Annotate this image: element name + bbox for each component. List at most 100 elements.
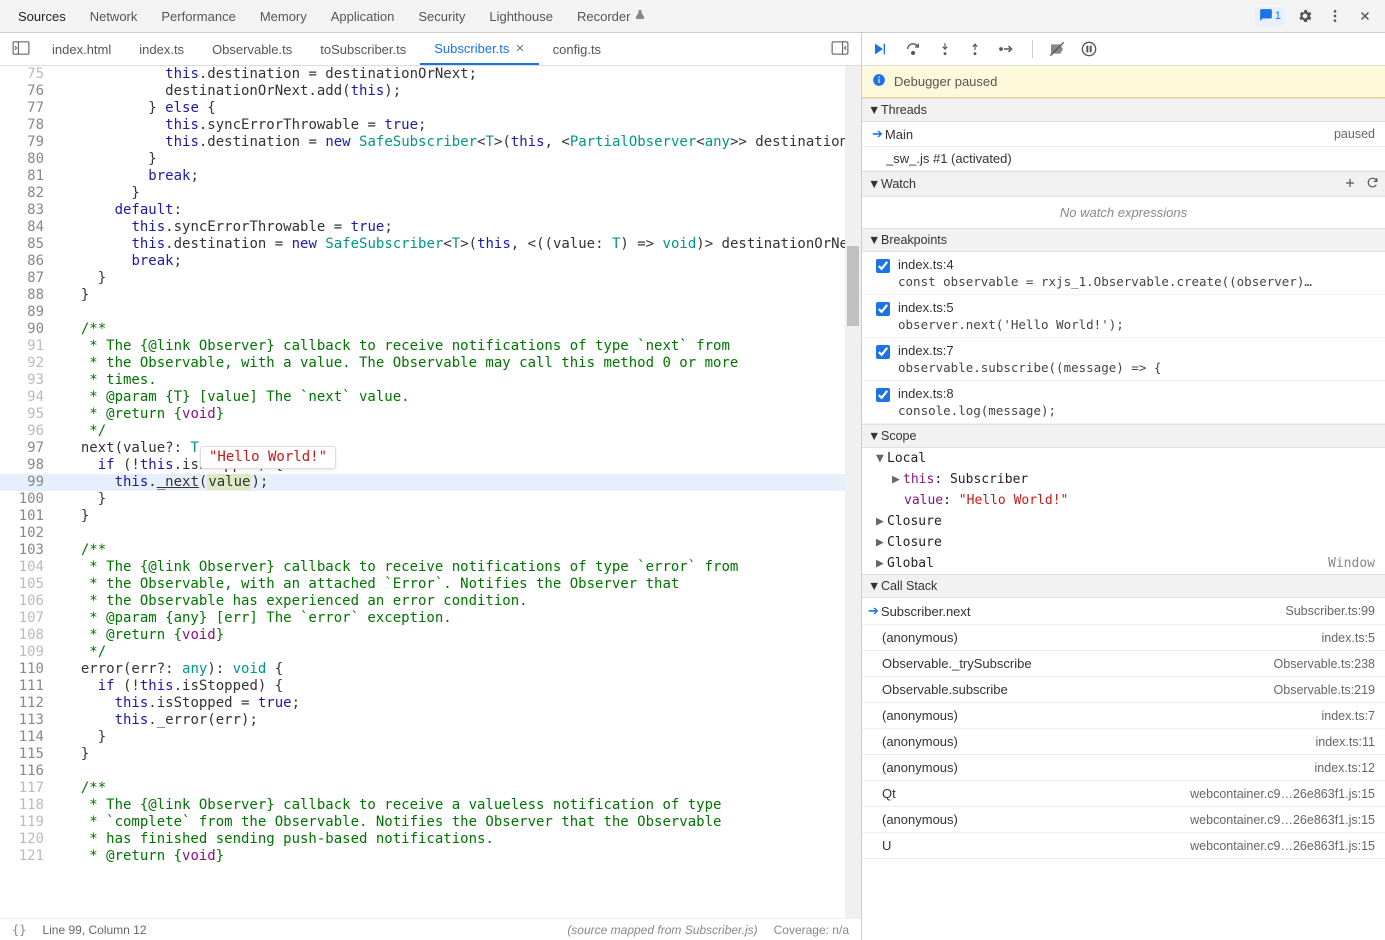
line-number[interactable]: 105 [0, 576, 64, 593]
line-number[interactable]: 107 [0, 610, 64, 627]
step-into-button[interactable] [938, 41, 952, 57]
line-number[interactable]: 91 [0, 338, 64, 355]
line-number[interactable]: 102 [0, 525, 64, 542]
code-line[interactable]: 90 /** [0, 321, 861, 338]
line-number[interactable]: 90 [0, 321, 64, 338]
breakpoint-row[interactable]: index.ts:7observable.subscribe((message)… [862, 338, 1385, 381]
code-line[interactable]: 103 /** [0, 542, 861, 559]
code-line[interactable]: 118 * The {@link Observer} callback to r… [0, 797, 861, 814]
code-line[interactable]: 106 * the Observable has experienced an … [0, 593, 861, 610]
line-number[interactable]: 98 [0, 457, 64, 474]
line-number[interactable]: 84 [0, 219, 64, 236]
line-number[interactable]: 99 [0, 474, 64, 491]
tab-sources[interactable]: Sources [6, 0, 78, 32]
filetab-index-ts[interactable]: index.ts [125, 33, 198, 65]
stack-frame[interactable]: (anonymous)index.ts:12 [862, 755, 1385, 781]
tab-application[interactable]: Application [319, 0, 407, 32]
stack-frame[interactable]: (anonymous)index.ts:7 [862, 703, 1385, 729]
code-line[interactable]: 85 this.destination = new SafeSubscriber… [0, 236, 861, 253]
code-line[interactable]: 110 error(err?: any): void { [0, 661, 861, 678]
line-number[interactable]: 78 [0, 117, 64, 134]
more-button[interactable] [1325, 6, 1345, 26]
toggle-panel-icon[interactable] [831, 41, 849, 58]
code-line[interactable]: 121 * @return {void} [0, 848, 861, 865]
code-line[interactable]: 108 * @return {void} [0, 627, 861, 644]
breakpoint-checkbox[interactable] [876, 259, 890, 273]
line-number[interactable]: 87 [0, 270, 64, 287]
line-number[interactable]: 92 [0, 355, 64, 372]
code-line[interactable]: 88 } [0, 287, 861, 304]
line-number[interactable]: 115 [0, 746, 64, 763]
code-line[interactable]: 80 } [0, 151, 861, 168]
code-line[interactable]: 100 } [0, 491, 861, 508]
breakpoint-checkbox[interactable] [876, 388, 890, 402]
tab-recorder[interactable]: Recorder [565, 0, 658, 32]
thread-row[interactable]: ➔Mainpaused [862, 122, 1385, 147]
deactivate-breakpoints-button[interactable] [1049, 41, 1065, 57]
code-line[interactable]: 78 this.syncErrorThrowable = true; [0, 117, 861, 134]
line-number[interactable]: 89 [0, 304, 64, 321]
code-editor[interactable]: 75 this.destination = destinationOrNext;… [0, 66, 861, 918]
scrollbar-thumb[interactable] [847, 246, 859, 326]
callstack-header[interactable]: ▼Call Stack [862, 574, 1385, 598]
editor-scrollbar[interactable] [845, 66, 861, 918]
filetab-config-ts[interactable]: config.ts [539, 33, 615, 65]
close-devtools-button[interactable] [1355, 6, 1375, 26]
tab-security[interactable]: Security [406, 0, 477, 32]
code-line[interactable]: 113 this._error(err); [0, 712, 861, 729]
line-number[interactable]: 76 [0, 83, 64, 100]
stack-frame[interactable]: (anonymous)index.ts:11 [862, 729, 1385, 755]
code-line[interactable]: 77 } else { [0, 100, 861, 117]
close-icon[interactable]: ✕ [515, 42, 524, 55]
code-line[interactable]: 98 if (!this.isStopped) { [0, 457, 861, 474]
code-line[interactable]: 82 } [0, 185, 861, 202]
tab-memory[interactable]: Memory [248, 0, 319, 32]
threads-header[interactable]: ▼Threads [862, 98, 1385, 122]
line-number[interactable]: 88 [0, 287, 64, 304]
line-number[interactable]: 121 [0, 848, 64, 865]
stack-frame[interactable]: ➔Subscriber.nextSubscriber.ts:99 [862, 598, 1385, 625]
scope-this[interactable]: ▶this: Subscriber [862, 469, 1385, 490]
line-number[interactable]: 96 [0, 423, 64, 440]
code-line[interactable]: 115 } [0, 746, 861, 763]
stack-frame[interactable]: Qtwebcontainer.c9…26e863f1.js:15 [862, 781, 1385, 807]
line-number[interactable]: 94 [0, 389, 64, 406]
code-line[interactable]: 95 * @return {void} [0, 406, 861, 423]
code-line[interactable]: 84 this.syncErrorThrowable = true; [0, 219, 861, 236]
step-over-button[interactable] [904, 41, 922, 57]
code-line[interactable]: 91 * The {@link Observer} callback to re… [0, 338, 861, 355]
scope-closure1[interactable]: ▶Closure [862, 511, 1385, 532]
code-line[interactable]: 102 [0, 525, 861, 542]
code-line[interactable]: 99 this._next(value); [0, 474, 861, 491]
line-number[interactable]: 77 [0, 100, 64, 117]
code-line[interactable]: 86 break; [0, 253, 861, 270]
stack-frame[interactable]: (anonymous)index.ts:5 [862, 625, 1385, 651]
code-line[interactable]: 120 * has finished sending push-based no… [0, 831, 861, 848]
scope-value[interactable]: value: "Hello World!" [862, 490, 1385, 511]
breakpoint-row[interactable]: index.ts:4const observable = rxjs_1.Obse… [862, 252, 1385, 295]
resume-button[interactable] [870, 41, 888, 57]
code-line[interactable]: 111 if (!this.isStopped) { [0, 678, 861, 695]
code-line[interactable]: 114 } [0, 729, 861, 746]
filetab-index-html[interactable]: index.html [38, 33, 125, 65]
code-line[interactable]: 79 this.destination = new SafeSubscriber… [0, 134, 861, 151]
line-number[interactable]: 80 [0, 151, 64, 168]
line-number[interactable]: 117 [0, 780, 64, 797]
scope-header[interactable]: ▼Scope [862, 424, 1385, 448]
step-button[interactable] [998, 43, 1016, 55]
line-number[interactable]: 119 [0, 814, 64, 831]
refresh-watch-button[interactable] [1366, 176, 1379, 192]
line-number[interactable]: 111 [0, 678, 64, 695]
step-out-button[interactable] [968, 41, 982, 57]
line-number[interactable]: 113 [0, 712, 64, 729]
line-number[interactable]: 95 [0, 406, 64, 423]
code-line[interactable]: 101 } [0, 508, 861, 525]
filetab-tosubscriber-ts[interactable]: toSubscriber.ts [306, 33, 420, 65]
settings-button[interactable] [1295, 6, 1315, 26]
line-number[interactable]: 112 [0, 695, 64, 712]
line-number[interactable]: 82 [0, 185, 64, 202]
tab-performance[interactable]: Performance [149, 0, 247, 32]
scope-global[interactable]: ▶GlobalWindow [862, 553, 1385, 574]
line-number[interactable]: 83 [0, 202, 64, 219]
breakpoint-checkbox[interactable] [876, 302, 890, 316]
